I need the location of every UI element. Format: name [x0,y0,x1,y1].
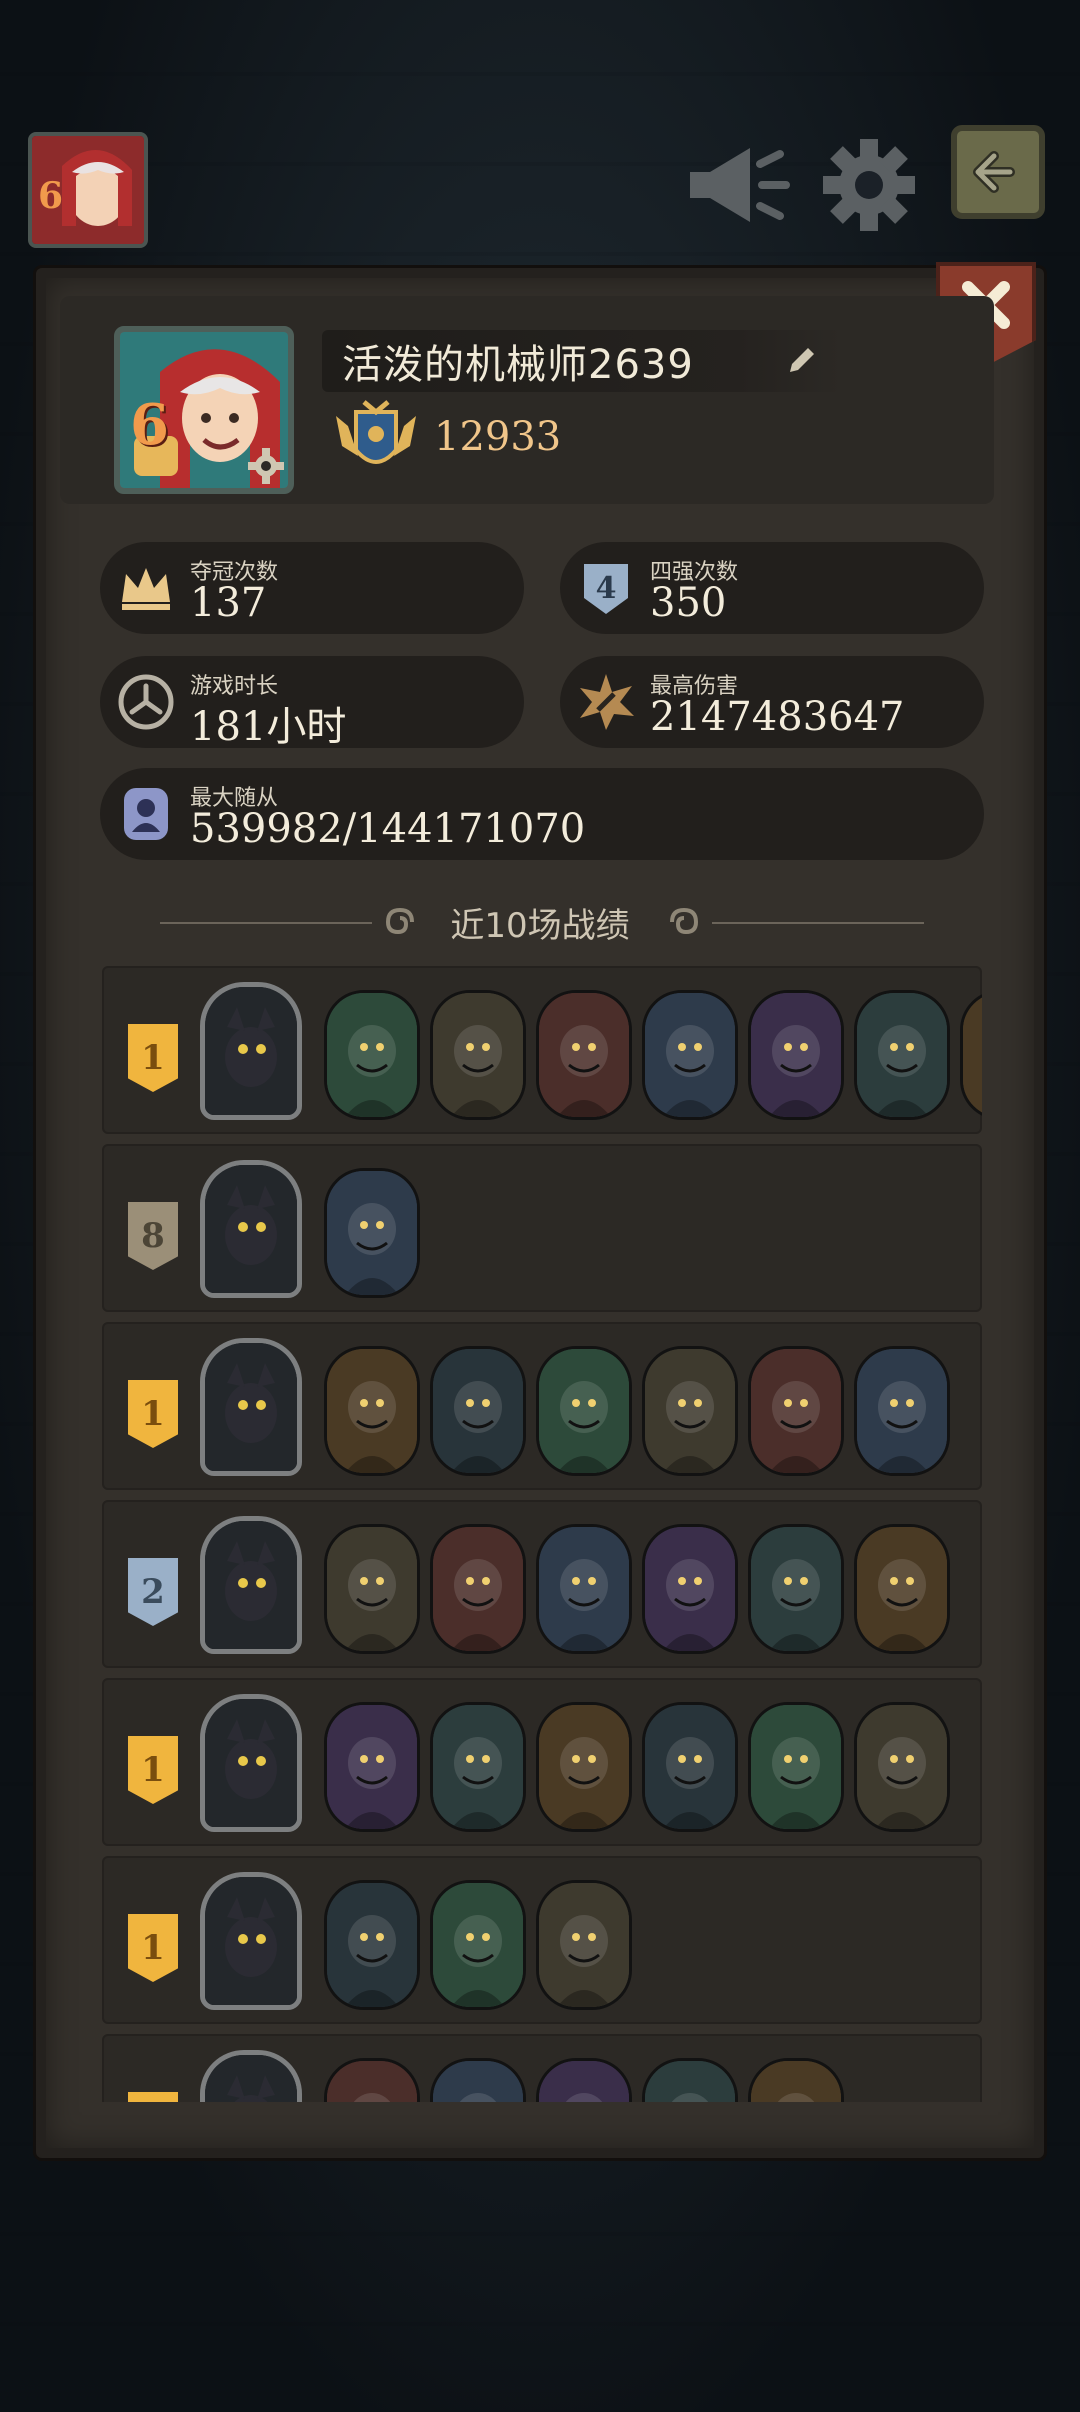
unit-portrait[interactable] [324,1880,420,2010]
unit-portrait[interactable] [324,1702,420,1832]
unit-portrait[interactable] [536,1702,632,1832]
stat-maxminion-value: 539982/144171070 [190,806,586,852]
unit-portrait[interactable] [748,1346,844,1476]
placement-badge: 1 [128,1914,178,1982]
unit-portrait[interactable] [536,990,632,1120]
match-history-list[interactable]: 1 8 1 2 1 1 1 [102,966,982,2102]
unit-portrait[interactable] [748,1524,844,1654]
svg-text:6: 6 [38,175,63,217]
crown-icon [122,568,170,610]
unit-portrait[interactable] [324,990,420,1120]
hero-portrait[interactable] [200,982,302,1120]
unit-portrait[interactable] [430,1524,526,1654]
match-row[interactable]: 2 [102,1500,982,1668]
unit-portrait[interactable] [430,1880,526,2010]
player-name: 活泼的机械师2639 [342,342,694,388]
hero-portrait[interactable] [200,1338,302,1476]
placement-badge: 1 [128,1380,178,1448]
swirl-ornament-icon [670,907,699,935]
unit-portrait[interactable] [854,990,950,1120]
unit-portrait[interactable] [854,1524,950,1654]
unit-portrait[interactable] [536,1346,632,1476]
title-divider-right [712,922,924,924]
clock-icon [118,674,174,730]
avatar[interactable]: 6 [114,326,294,494]
hero-portrait[interactable] [200,1694,302,1832]
unit-portrait[interactable] [642,2058,738,2102]
match-row[interactable]: 1 [102,1322,982,1490]
stat-maxdamage: 最高伤害 2147483647 [560,656,984,748]
unit-portrait[interactable] [430,1346,526,1476]
player-score: 12933 [434,414,562,460]
hero-portrait[interactable] [200,1872,302,2010]
hero-portrait[interactable] [200,2050,302,2102]
back-arrow-icon[interactable] [950,124,1046,220]
unit-portrait[interactable] [324,2058,420,2102]
stat-champion-value: 137 [190,580,267,626]
unit-portrait[interactable] [854,1346,950,1476]
unit-portrait[interactable] [854,1702,950,1832]
avatar-settings-icon[interactable] [246,446,286,486]
unit-portrait[interactable] [536,2058,632,2102]
unit-portrait[interactable] [324,1524,420,1654]
stat-champion: 夺冠次数 137 [100,542,524,634]
unit-portrait[interactable] [642,1524,738,1654]
burst-icon [580,674,634,730]
stat-playtime-value: 181小时 [190,704,347,750]
stat-top4-value: 350 [650,580,727,626]
unit-portrait[interactable] [642,1346,738,1476]
match-row[interactable]: 1 [102,1678,982,1846]
stat-playtime: 游戏时长 181小时 [100,656,524,750]
top4-shield-number: 4 [596,571,617,606]
unit-portrait[interactable] [748,990,844,1120]
unit-portrait[interactable] [430,1702,526,1832]
unit-portrait[interactable] [324,1168,420,1298]
player-avatar-button[interactable]: 6 [28,132,148,248]
hero-portrait[interactable] [200,1516,302,1654]
stat-maxdamage-value: 2147483647 [650,694,905,740]
match-row[interactable]: 1 [102,2034,982,2102]
player-level: 6 [130,392,169,458]
unit-portrait[interactable] [748,2058,844,2102]
unit-portrait[interactable] [536,1524,632,1654]
unit-portrait[interactable] [536,1880,632,2010]
unit-portrait[interactable] [960,990,982,1120]
unit-portrait[interactable] [642,990,738,1120]
hero-portrait[interactable] [200,1160,302,1298]
unit-portrait[interactable] [642,1702,738,1832]
unit-portrait[interactable] [324,1346,420,1476]
unit-portrait[interactable] [430,2058,526,2102]
placement-badge: 8 [128,1202,178,1270]
gear-icon[interactable] [814,130,924,240]
placement-badge: 1 [128,1024,178,1092]
unit-portrait[interactable] [430,990,526,1120]
match-row[interactable]: 8 [102,1144,982,1312]
placement-badge: 1 [128,1736,178,1804]
minion-icon [124,788,168,840]
stat-top4: 4 四强次数 350 [560,542,984,634]
trophy-icon [336,400,416,464]
match-row[interactable]: 1 [102,1856,982,2024]
stat-maxminion: 最大随从 539982/144171070 [100,768,984,860]
profile-header: 6 活泼的机械师2639 12933 [60,296,994,504]
placement-badge: 2 [128,1558,178,1626]
top4-shield-icon: 4 [584,564,628,614]
megaphone-icon[interactable] [680,130,790,240]
pencil-icon[interactable] [784,344,818,378]
placement-badge: 1 [128,2092,178,2102]
player-name-box: 活泼的机械师2639 [322,330,842,392]
match-row[interactable]: 1 [102,966,982,1134]
unit-portrait[interactable] [748,1702,844,1832]
